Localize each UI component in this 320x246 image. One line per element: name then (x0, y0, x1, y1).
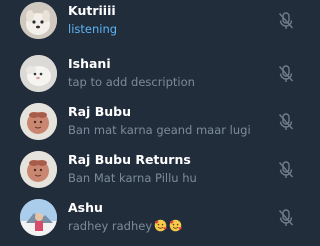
muted-mic-icon[interactable] (278, 12, 294, 30)
participant-status: listening (68, 22, 118, 36)
participant-row[interactable]: Ashu radhey radhey (0, 191, 320, 239)
avatar[interactable] (20, 151, 57, 188)
participant-name: Raj Bubu Returns (68, 152, 191, 167)
muted-mic-icon[interactable] (278, 65, 294, 83)
participant-name: Ashu (68, 200, 103, 215)
participant-name: Ishani (68, 56, 111, 71)
avatar[interactable] (20, 55, 57, 92)
avatar[interactable] (20, 103, 57, 140)
muted-mic-icon[interactable] (278, 113, 294, 131)
participant-row[interactable]: Raj Bubu Returns Ban Mat karna Pillu hu (0, 143, 320, 191)
avatar[interactable] (20, 2, 57, 39)
participant-name: Kutriiii (68, 3, 116, 18)
smiling-face-with-hearts-emoji (169, 219, 183, 232)
avatar[interactable] (20, 199, 57, 236)
participant-description: Ban mat karna geand maar lugi (68, 123, 251, 137)
participant-description: radhey radhey (68, 218, 270, 234)
description-text: radhey radhey (68, 219, 153, 233)
participant-description: Ban Mat karna Pillu hu (68, 171, 197, 185)
participant-row[interactable]: Ishani tap to add description (0, 47, 320, 95)
participant-description: tap to add description (68, 75, 195, 89)
participant-name: Raj Bubu (68, 104, 131, 119)
muted-mic-icon[interactable] (278, 209, 294, 227)
muted-mic-icon[interactable] (278, 161, 294, 179)
participant-row[interactable]: Raj Bubu Ban mat karna geand maar lugi (0, 95, 320, 143)
voice-chat-participant-list: Kutriiii listening Ishani tap to add des… (0, 0, 320, 246)
participant-row[interactable]: Kutriiii listening (0, 0, 320, 42)
smiling-face-with-hearts-emoji (154, 219, 168, 232)
